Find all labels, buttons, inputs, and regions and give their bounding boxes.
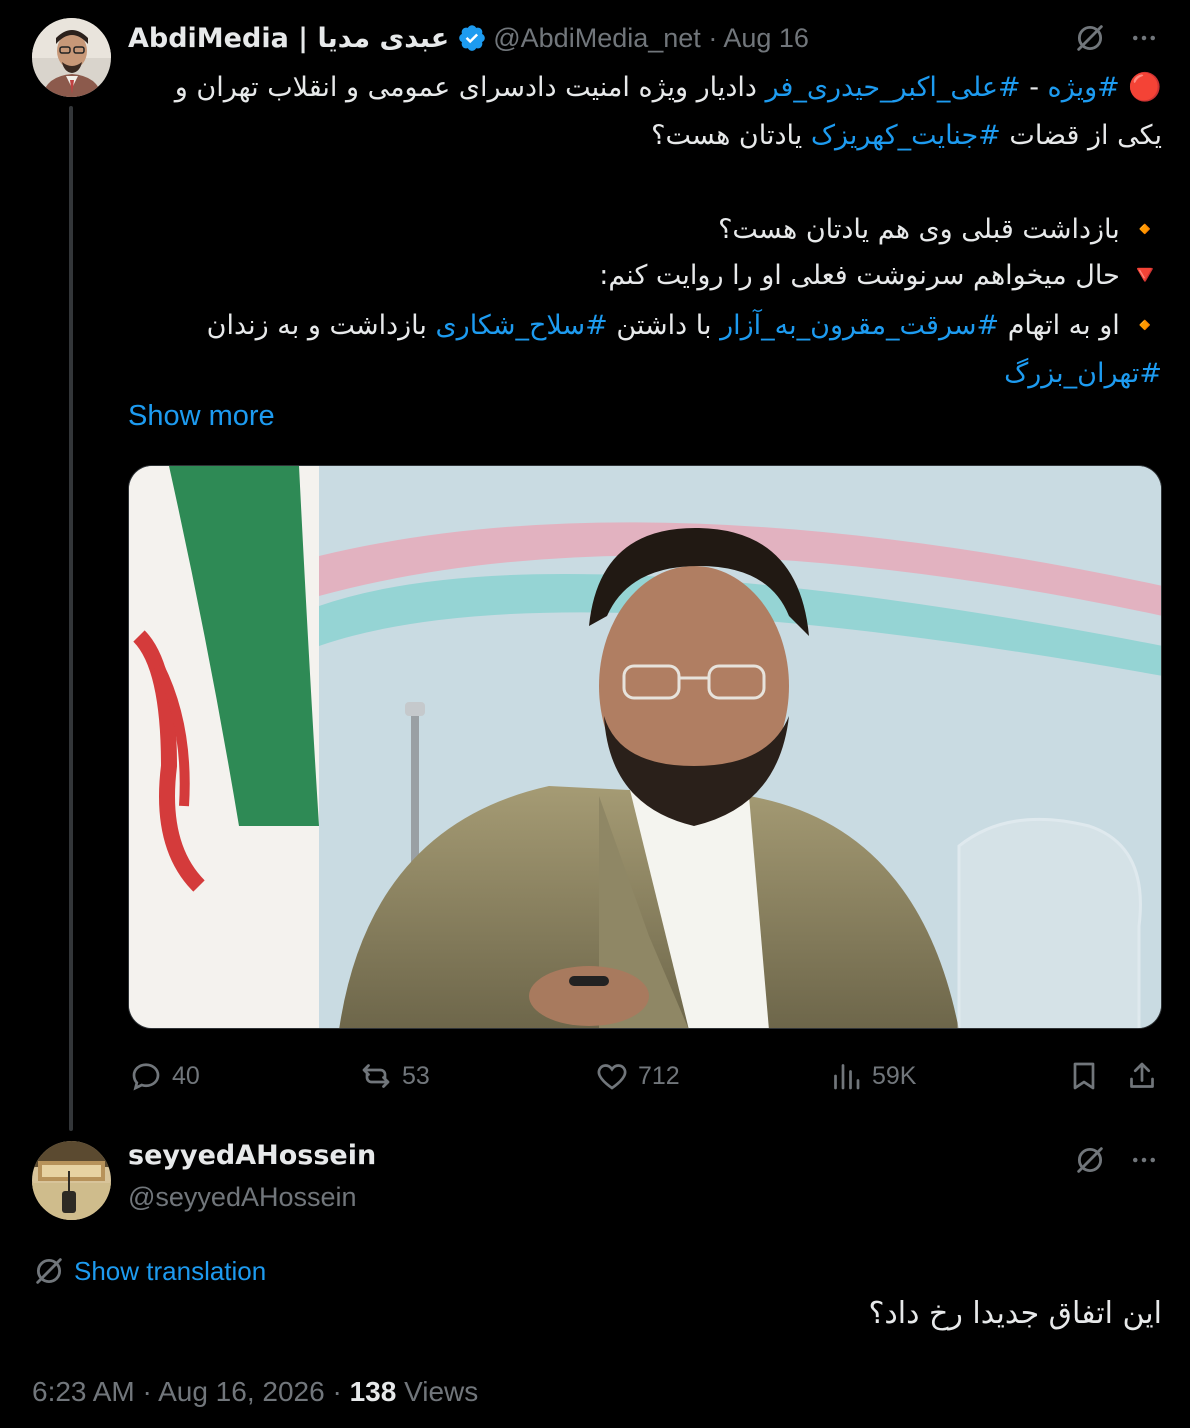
reply-author-avatar[interactable] bbox=[32, 1141, 111, 1220]
hashtag-link[interactable]: #سرقت_مقرون_به_آزار bbox=[720, 310, 999, 341]
tweet-action-bar: 40 53 712 59K bbox=[128, 1056, 1162, 1096]
text-segment: - bbox=[1020, 72, 1048, 103]
more-icon[interactable] bbox=[1126, 20, 1162, 56]
bookmark-icon bbox=[1073, 1062, 1095, 1090]
translate-icon bbox=[36, 1258, 62, 1284]
repost-button[interactable]: 53 bbox=[358, 1056, 430, 1096]
author-avatar[interactable] bbox=[32, 18, 111, 97]
reply-views-count: 138 bbox=[349, 1376, 397, 1407]
show-more-link[interactable]: Show more bbox=[128, 400, 275, 433]
tweet-date[interactable]: Aug 16 bbox=[723, 23, 809, 53]
author-display-name[interactable]: AbdiMedia | عبدی مدیا bbox=[128, 23, 449, 54]
red-circle-emoji: 🔴 bbox=[1128, 72, 1162, 103]
meta-separator: · bbox=[332, 1376, 342, 1407]
text-segment: یادتان هست؟ bbox=[651, 120, 811, 151]
meta-separator: · bbox=[142, 1376, 152, 1407]
reply-date[interactable]: Aug 16, 2026 bbox=[158, 1376, 325, 1407]
reply-author-display-name[interactable]: seyyedAHossein bbox=[128, 1140, 376, 1171]
heart-icon bbox=[597, 1064, 627, 1090]
tweet-text-line-6: #تهران_بزرگ bbox=[1004, 350, 1162, 398]
tweet-text-line-1: 🔴 #ویژه - #علی_اکبر_حیدری_فر دادیار ویژه… bbox=[175, 64, 1162, 112]
repost-icon bbox=[362, 1064, 390, 1088]
thread-line bbox=[69, 106, 73, 1131]
grok-icon[interactable] bbox=[1072, 20, 1108, 56]
header-separator: · bbox=[708, 22, 718, 53]
hashtag-link[interactable]: #ویژه bbox=[1048, 72, 1120, 103]
text-segment: با داشتن bbox=[607, 310, 721, 341]
views-button[interactable]: 59K bbox=[828, 1056, 916, 1096]
tweet-text-line-2: یکی از قضات #جنایت_کهریزک یادتان هست؟ bbox=[651, 112, 1162, 160]
views-count: 59K bbox=[872, 1061, 917, 1090]
show-translation-button[interactable]: Show translation bbox=[32, 1254, 266, 1288]
text-segment: بازداشت و به زندان bbox=[206, 310, 436, 341]
share-button[interactable] bbox=[1124, 1056, 1168, 1096]
hashtag-link[interactable]: #جنایت_کهریزک bbox=[811, 120, 1001, 151]
reply-text: این اتفاق جدیدا رخ داد؟ bbox=[868, 1296, 1163, 1331]
share-icon bbox=[1130, 1062, 1154, 1088]
like-count: 712 bbox=[638, 1061, 680, 1090]
tweet-media-image[interactable] bbox=[128, 465, 1162, 1029]
reply-count: 40 bbox=[172, 1061, 200, 1090]
author-handle[interactable]: @AbdiMedia_net bbox=[493, 23, 701, 53]
tweet-header: AbdiMedia | عبدی مدیا @AbdiMedia_net · A… bbox=[128, 18, 809, 58]
hashtag-link[interactable]: #تهران_بزرگ bbox=[1004, 358, 1162, 389]
grok-icon[interactable] bbox=[1072, 1142, 1108, 1178]
tweet-text-line-5: 🔸 او به اتهام #سرقت_مقرون_به_آزار با داش… bbox=[207, 302, 1162, 350]
bookmark-button[interactable] bbox=[1066, 1056, 1110, 1096]
hashtag-link[interactable]: #علی_اکبر_حیدری_فر bbox=[766, 72, 1021, 103]
reply-icon bbox=[132, 1063, 160, 1091]
reply-meta: 6:23 AM · Aug 16, 2026 · 138 Views bbox=[32, 1376, 478, 1408]
tweet-text-line-3: 🔸 بازداشت قبلی وی هم یادتان هست؟ bbox=[718, 214, 1162, 245]
hashtag-link[interactable]: #سلاح_شکاری bbox=[436, 310, 608, 341]
text-segment: دادیار ویژه امنیت دادسرای عمومی و انقلاب… bbox=[174, 72, 766, 103]
like-button[interactable]: 712 bbox=[594, 1056, 680, 1096]
verified-badge-icon bbox=[457, 23, 487, 53]
tweet-text-line-4: 🔻 حال میخواهم سرنوشت فعلی او را روایت کن… bbox=[599, 260, 1162, 291]
repost-count: 53 bbox=[402, 1061, 430, 1090]
more-icon[interactable] bbox=[1126, 1142, 1162, 1178]
reply-time[interactable]: 6:23 AM bbox=[32, 1376, 135, 1407]
text-segment: 🔸 او به اتهام bbox=[999, 310, 1162, 341]
views-icon bbox=[834, 1064, 860, 1090]
show-translation-label: Show translation bbox=[74, 1255, 267, 1286]
reply-button[interactable]: 40 bbox=[128, 1056, 200, 1096]
text-segment: یکی از قضات bbox=[1000, 120, 1162, 151]
reply-views-label: Views bbox=[404, 1376, 479, 1407]
reply-author-handle[interactable]: @seyyedAHossein bbox=[128, 1182, 357, 1213]
